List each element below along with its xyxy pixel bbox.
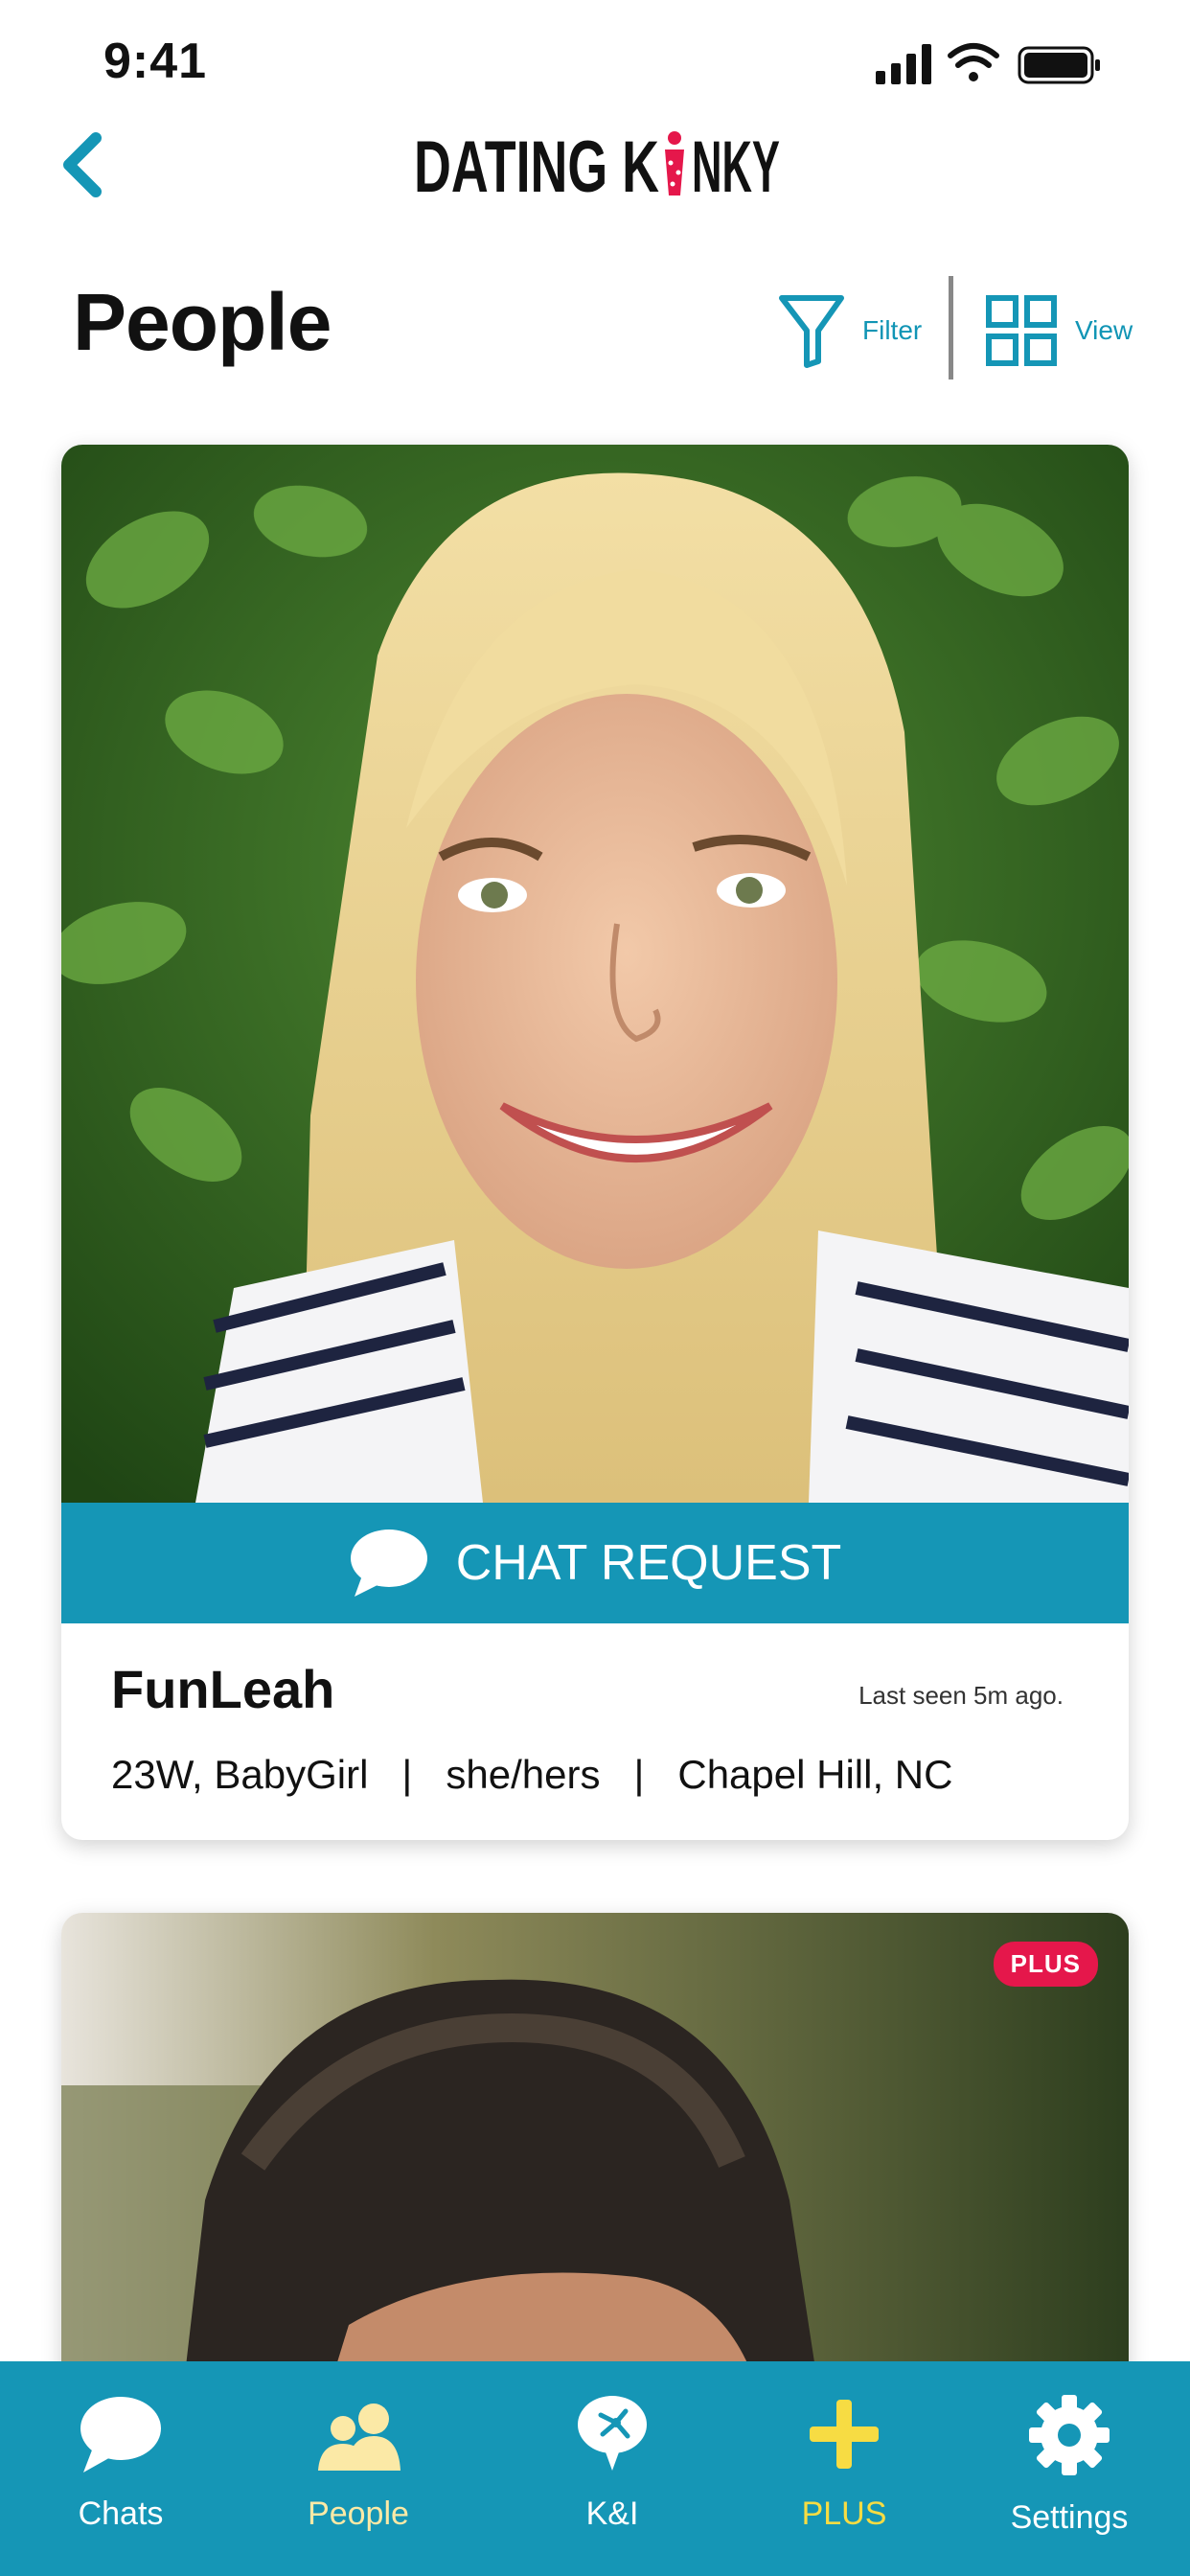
plus-badge: PLUS — [993, 1942, 1098, 1987]
tab-label: Chats — [78, 2496, 164, 2532]
tab-settings[interactable]: Settings — [964, 2361, 1175, 2576]
profile-name[interactable]: FunLeah — [111, 1658, 334, 1720]
tab-label: People — [308, 2496, 409, 2532]
profile-card[interactable]: CHAT REQUEST FunLeah Last seen 5m ago. 2… — [61, 445, 1129, 1840]
wifi-icon — [948, 43, 999, 81]
app-logo: DATING K NKY — [414, 115, 782, 211]
svg-text:DATING K: DATING K — [414, 126, 659, 208]
chevron-left-icon — [63, 132, 102, 197]
title-row: People Filter View — [0, 259, 1190, 383]
svg-text:NKY: NKY — [692, 126, 780, 208]
divider — [949, 276, 953, 380]
battery-icon — [1018, 46, 1100, 84]
status-icons — [876, 42, 1134, 90]
status-bar: 9:41 — [0, 0, 1190, 126]
chat-request-label: CHAT REQUEST — [455, 1535, 842, 1591]
plus-icon — [810, 2400, 879, 2469]
app-header: DATING K NKY — [0, 115, 1190, 211]
filter-button[interactable]: Filter — [778, 288, 922, 374]
filter-label: Filter — [862, 315, 923, 345]
tab-chats[interactable]: Chats — [15, 2361, 226, 2576]
signal-icon — [876, 44, 931, 84]
tab-label: PLUS — [801, 2496, 887, 2532]
kink-interest-icon — [578, 2396, 647, 2471]
page-title: People — [73, 277, 332, 367]
chat-request-button[interactable]: CHAT REQUEST — [61, 1503, 1129, 1623]
tab-plus[interactable]: PLUS — [739, 2361, 950, 2576]
back-button[interactable] — [57, 126, 115, 203]
view-label: View — [1075, 315, 1133, 345]
people-icon — [318, 2404, 400, 2471]
gear-icon — [1029, 2395, 1110, 2475]
tab-people[interactable]: People — [253, 2361, 464, 2576]
chat-bubble-icon — [350, 1530, 427, 1597]
chat-bubble-icon — [80, 2397, 161, 2472]
filter-icon — [779, 295, 844, 368]
logo-i-figure — [665, 131, 684, 196]
profile-details: 23W, BabyGirl | she/hers | Chapel Hill, … — [111, 1752, 953, 1797]
grid-view-icon — [986, 295, 1057, 366]
tab-bar: Chats People K&I PLUS Settings — [0, 2361, 1190, 2576]
profile-photo[interactable] — [61, 445, 1129, 1503]
profile-info: FunLeah Last seen 5m ago. 23W, BabyGirl … — [61, 1623, 1129, 1840]
tab-label: K&I — [585, 2496, 639, 2532]
view-button[interactable]: View — [985, 288, 1133, 374]
status-time: 9:41 — [103, 34, 208, 89]
tab-label: Settings — [1010, 2499, 1129, 2536]
last-seen: Last seen 5m ago. — [858, 1681, 1064, 1710]
tab-kink-interests[interactable]: K&I — [507, 2361, 718, 2576]
